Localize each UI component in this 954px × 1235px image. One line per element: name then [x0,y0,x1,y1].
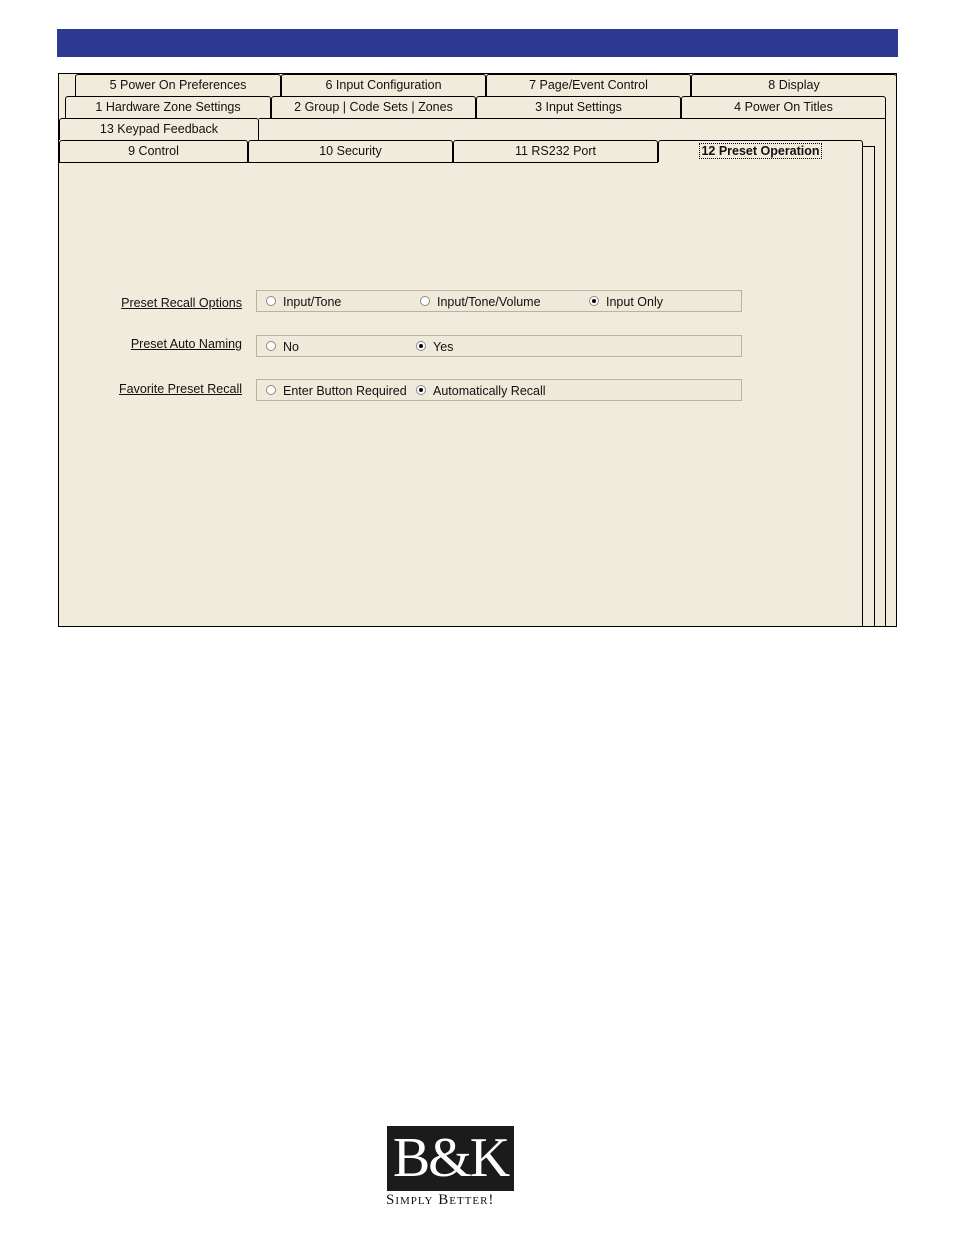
preset-operation-panel: Preset Recall Options Input/Tone Input/T… [60,163,862,626]
tab-row-divider [259,118,885,119]
tab-label: 13 Keypad Feedback [99,122,219,136]
radio-label: Input/Tone [283,295,342,309]
tab-hardware-zone-settings[interactable]: 1 Hardware Zone Settings [65,96,271,118]
tab-power-on-preferences[interactable]: 5 Power On Preferences [75,74,281,96]
preset-auto-naming-group: No Yes [256,335,742,357]
preset-recall-options-label: Preset Recall Options [121,296,242,310]
radio-yes[interactable]: Yes [416,339,453,355]
tab-label: 7 Page/Event Control [529,78,648,92]
tab-page-event-control[interactable]: 7 Page/Event Control [486,74,691,96]
page-edge [885,118,886,627]
preset-recall-options-group: Input/Tone Input/Tone/Volume Input Only [256,290,742,312]
preset-auto-naming-label: Preset Auto Naming [130,337,242,351]
radio-input-tone-volume[interactable]: Input/Tone/Volume [420,294,541,310]
favorite-preset-recall-label: Favorite Preset Recall [119,382,242,396]
radio-icon [420,296,430,306]
page-edge-top [863,146,874,147]
logo-text: B&K [392,1127,510,1189]
radio-enter-button-required[interactable]: Enter Button Required [266,383,407,399]
tab-input-configuration[interactable]: 6 Input Configuration [281,74,486,96]
tab-rs232-port[interactable]: 11 RS232 Port [453,140,658,162]
tab-label: 5 Power On Preferences [109,78,247,92]
radio-no[interactable]: No [266,339,299,355]
settings-window: 5 Power On Preferences 6 Input Configura… [58,73,897,627]
tab-display[interactable]: 8 Display [691,74,897,96]
tab-label: 2 Group | Code Sets | Zones [294,100,453,114]
tab-keypad-feedback[interactable]: 13 Keypad Feedback [59,118,259,140]
tab-label: 3 Input Settings [535,100,622,114]
tab-security[interactable]: 10 Security [248,140,453,162]
radio-input-only[interactable]: Input Only [589,294,663,310]
radio-icon [266,385,276,395]
bk-logo: B&K [387,1126,514,1191]
page-edge [874,146,875,627]
tab-label: 1 Hardware Zone Settings [95,100,241,114]
radio-input-tone[interactable]: Input/Tone [266,294,341,310]
tab-power-on-titles[interactable]: 4 Power On Titles [681,96,886,118]
tab-input-settings[interactable]: 3 Input Settings [476,96,681,118]
radio-label: No [283,340,299,354]
radio-label: Enter Button Required [283,384,407,398]
radio-label: Input Only [606,295,663,309]
page-edge [862,146,863,627]
logo-tagline: Simply Better! [386,1192,495,1208]
tab-label: 10 Security [319,144,382,158]
tab-label: 12 Preset Operation [699,143,822,159]
favorite-preset-recall-group: Enter Button Required Automatically Reca… [256,379,742,401]
tab-label: 9 Control [128,144,179,158]
radio-automatically-recall[interactable]: Automatically Recall [416,383,546,399]
tab-label: 4 Power On Titles [734,100,833,114]
radio-selected-icon [416,341,426,351]
radio-label: Yes [433,340,454,354]
tab-control[interactable]: 9 Control [59,140,248,162]
radio-label: Automatically Recall [433,384,546,398]
tab-group-code-sets-zones[interactable]: 2 Group | Code Sets | Zones [271,96,476,118]
radio-icon [266,296,276,306]
radio-label: Input/Tone/Volume [437,295,541,309]
tab-preset-operation[interactable]: 12 Preset Operation [658,140,863,162]
radio-selected-icon [589,296,599,306]
header-bar [57,29,898,57]
radio-selected-icon [416,385,426,395]
radio-icon [266,341,276,351]
tab-label: 6 Input Configuration [325,78,442,92]
tab-label: 11 RS232 Port [514,144,597,158]
tab-label: 8 Display [768,78,820,92]
